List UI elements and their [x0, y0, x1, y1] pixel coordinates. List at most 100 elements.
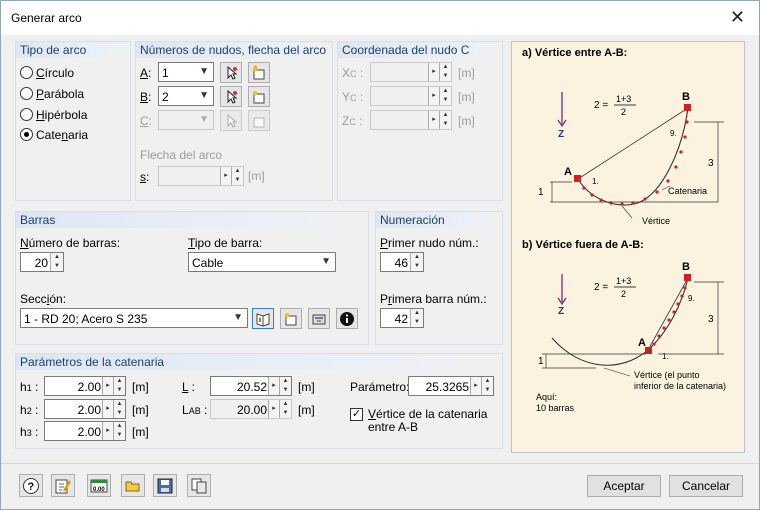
vertex-checkbox-label[interactable]: Vértice de la catenaria — [368, 407, 487, 421]
arc-type-group: Tipo de arco Círculo Parábola Hipérbola … — [15, 41, 131, 201]
parameter-label: Parámetro: — [350, 380, 410, 394]
coord-title: Coordenada del nudo C — [342, 43, 470, 57]
save-button[interactable] — [153, 474, 177, 497]
coord-y-input[interactable]: ▸ ▲ ▼ — [370, 86, 452, 106]
radio-circulo[interactable] — [20, 66, 33, 79]
new-node-a-button[interactable] — [248, 62, 270, 83]
section-library-button[interactable] — [252, 308, 274, 329]
coord-y-unit: [m] — [458, 90, 475, 104]
copy-icon — [191, 478, 207, 494]
h1-input[interactable]: 2.00 ▸ ▲ ▼ — [44, 376, 126, 396]
h2-unit: [m] — [132, 403, 149, 417]
svg-text:0.00: 0.00 — [93, 487, 105, 493]
help-button[interactable]: ? — [19, 474, 43, 497]
length-ab-input[interactable]: 20.00 ▸ ▲ ▼ — [210, 399, 292, 419]
node-b-label: B: — [140, 90, 152, 104]
length-unit: [m] — [298, 380, 315, 394]
z-axis-icon: Z — [557, 274, 567, 317]
section-info-button[interactable] — [336, 308, 358, 329]
node-a-label: A: — [140, 66, 152, 80]
svg-text:3: 3 — [708, 314, 714, 325]
svg-text:1: 1 — [538, 187, 544, 198]
svg-text:Catenaria: Catenaria — [668, 186, 707, 196]
edit-button[interactable] — [51, 474, 75, 497]
window-title: Generar arco — [11, 11, 82, 25]
length-ab-unit: [m] — [298, 403, 315, 417]
length-input[interactable]: 20.52 ▸ ▲ ▼ — [210, 376, 292, 396]
close-icon[interactable]: ✕ — [730, 8, 745, 26]
ok-button[interactable]: Aceptar — [587, 475, 661, 497]
units-icon: 0.00 — [90, 479, 108, 493]
sag-input[interactable]: ▸ ▲ ▼ — [158, 166, 244, 186]
new-node-b-button[interactable] — [248, 86, 270, 107]
radio-parabola-label[interactable]: Parábola — [36, 87, 84, 101]
pick-node-b-button[interactable] — [220, 86, 242, 107]
svg-text:2: 2 — [621, 289, 626, 299]
radio-circulo-label[interactable]: Círculo — [36, 66, 74, 80]
point-b-icon — [684, 104, 691, 111]
section-select[interactable]: 1 - RD 20; Acero S 235 ▼ — [20, 308, 248, 328]
svg-text:2: 2 — [621, 107, 626, 117]
h3-input[interactable]: 2.00 ▸ ▲ ▼ — [44, 421, 126, 441]
length-ab-label: LAB : — [182, 403, 208, 417]
radio-catenaria-label[interactable]: Catenaria — [36, 128, 88, 142]
svg-text:1.: 1. — [662, 352, 669, 361]
open-button[interactable] — [121, 474, 145, 497]
cursor-pick-icon — [227, 65, 238, 80]
cursor-pick-icon — [227, 89, 238, 104]
units-button[interactable]: 0.00 — [87, 474, 111, 497]
vertex-checkbox-label-line2[interactable]: entre A-B — [368, 420, 418, 434]
bars-group: Barras Número de barras: 20 ▲ ▼ Tipo de ba… — [15, 211, 369, 345]
bar-count-label: Número de barras: — [20, 236, 121, 250]
title-bar: Generar arco ✕ — [1, 1, 759, 35]
radio-catenaria[interactable] — [20, 128, 33, 141]
first-node-input[interactable]: 46 ▲ ▼ — [380, 252, 424, 272]
bar-count-input[interactable]: 20 ▲ ▼ — [20, 252, 64, 272]
folder-open-icon — [125, 481, 140, 492]
coord-x-label: XC : — [342, 66, 364, 80]
dialog-window: Generar arco ✕ Tipo de arco Círculo Pará… — [0, 0, 760, 510]
new-section-button[interactable] — [280, 308, 302, 329]
node-c-select[interactable]: ▼ — [158, 110, 214, 130]
copy-button[interactable] — [187, 474, 211, 497]
h1-unit: [m] — [132, 380, 149, 394]
coord-x-input[interactable]: ▸ ▲ ▼ — [370, 62, 452, 82]
coord-x-unit: [m] — [458, 66, 475, 80]
chevron-down-icon: ▼ — [321, 256, 331, 267]
params-group: Parámetros de la catenaria h1 : 2.00 ▸ ▲ ▼ … — [15, 353, 503, 449]
coord-z-input[interactable]: ▸ ▲ ▼ — [370, 110, 452, 130]
svg-text:1: 1 — [538, 356, 544, 367]
pick-node-c-button[interactable] — [220, 110, 242, 131]
node-a-select[interactable]: 1 ▼ — [158, 62, 214, 82]
info-icon — [340, 312, 354, 326]
help-icon: ? — [23, 478, 39, 494]
library-book-icon — [256, 313, 270, 327]
radio-parabola[interactable] — [20, 87, 33, 100]
cancel-button[interactable]: Cancelar — [669, 475, 743, 497]
first-bar-label: Primera barra núm.: — [380, 292, 487, 306]
coord-y-label: YC : — [342, 90, 364, 104]
pick-node-a-button[interactable] — [220, 62, 242, 83]
edit-section-button[interactable] — [308, 308, 330, 329]
new-node-icon — [253, 91, 265, 104]
svg-text:Z: Z — [558, 129, 564, 140]
node-b-select[interactable]: 2 ▼ — [158, 86, 214, 106]
parameter-input[interactable]: 25.3265 ▸ ▲ ▼ — [408, 376, 494, 396]
vertex-checkbox[interactable]: ✓ — [350, 408, 363, 421]
radio-hiperbola-label[interactable]: Hipérbola — [36, 108, 87, 122]
svg-text:2 =: 2 = — [594, 100, 608, 111]
h2-input[interactable]: 2.00 ▸ ▲ ▼ — [44, 399, 126, 419]
formula-a: 2 = 1+3 2 — [594, 94, 636, 117]
first-bar-input[interactable]: 42 ▲ ▼ — [380, 308, 424, 328]
z-axis-icon: Z — [557, 92, 567, 140]
svg-text:Aquí:: Aquí: — [536, 392, 557, 402]
svg-text:9.: 9. — [670, 129, 677, 138]
s-label: s: — [140, 170, 150, 184]
nodes-title: Números de nudos, flecha del arco — [140, 43, 327, 57]
radio-hiperbola[interactable] — [20, 108, 33, 121]
node-c-label: C: — [140, 114, 153, 128]
chevron-down-icon: ▼ — [199, 66, 209, 77]
new-node-c-button[interactable] — [248, 110, 270, 131]
bar-type-select[interactable]: Cable ▼ — [188, 252, 336, 272]
sag-label: Flecha del arco — [140, 148, 223, 162]
